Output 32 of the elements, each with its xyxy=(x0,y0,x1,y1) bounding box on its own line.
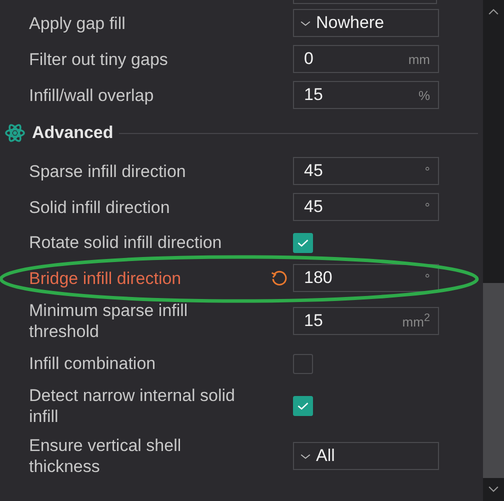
setting-label: Minimum sparse infill threshold xyxy=(29,300,189,342)
scroll-up-icon[interactable] xyxy=(488,8,499,15)
setting-label: Apply gap fill xyxy=(29,12,126,34)
setting-label: Ensure vertical shell thickness xyxy=(29,435,182,477)
scrollbar[interactable] xyxy=(483,0,504,501)
chevron-icon xyxy=(300,452,311,460)
reset-icon[interactable] xyxy=(270,269,288,287)
number-field[interactable]: 0 mm xyxy=(293,45,439,73)
checkbox[interactable] xyxy=(293,354,313,374)
number-field[interactable]: 45 ° xyxy=(293,193,439,221)
number-field[interactable]: 45 ° xyxy=(293,157,439,185)
chevron-icon xyxy=(300,20,311,26)
setting-label: Bridge infill direction xyxy=(29,268,182,288)
number-field[interactable]: 15 mm$^{2}$ xyxy=(293,307,439,335)
checkbox[interactable] xyxy=(293,232,313,252)
dropdown[interactable]: Nowhere xyxy=(293,9,439,37)
setting-label: Infill combination xyxy=(29,353,157,374)
setting-label: Detect narrow internal solid infill xyxy=(29,385,236,427)
input-field[interactable] xyxy=(293,0,437,4)
setting-label: Solid infill direction xyxy=(29,196,171,218)
setting-label: Filter out tiny gaps xyxy=(29,48,169,70)
scroll-down-icon[interactable] xyxy=(488,486,499,493)
setting-label: Infill/wall overlap xyxy=(29,84,155,106)
setting-label: Rotate solid infill direction xyxy=(29,232,223,253)
atom-icon xyxy=(5,123,25,143)
number-field[interactable]: 180 ° xyxy=(293,264,439,292)
scrollbar-thumb[interactable] xyxy=(483,283,504,478)
number-field[interactable]: 15 % xyxy=(293,81,439,109)
setting-label: Sparse infill direction xyxy=(29,160,187,182)
checkbox[interactable] xyxy=(293,396,313,416)
section-title: Advanced xyxy=(32,123,114,143)
dropdown[interactable]: All xyxy=(293,442,439,470)
